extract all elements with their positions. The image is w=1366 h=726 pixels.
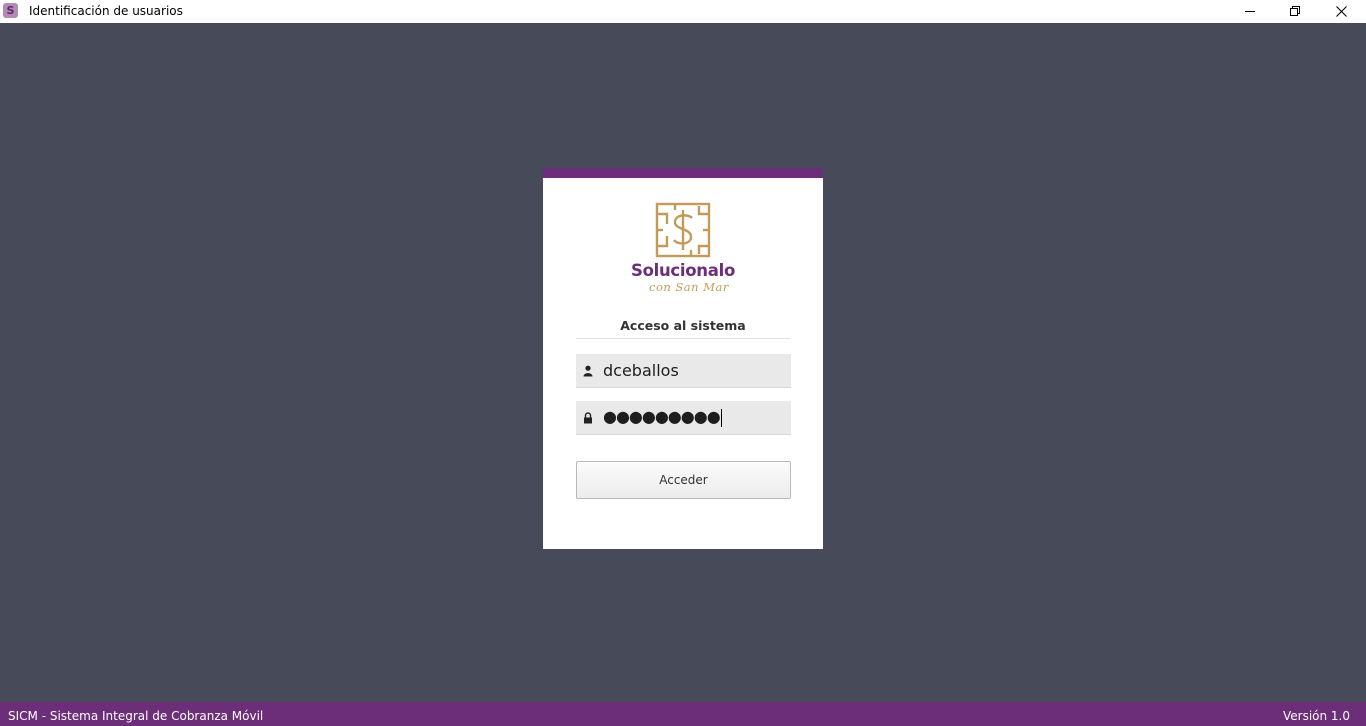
section-title: Acceso al sistema <box>620 318 746 333</box>
section-divider <box>576 338 790 339</box>
restore-icon <box>1289 6 1300 16</box>
dollar-maze-logo-icon <box>655 202 711 258</box>
window-title: Identificación de usuarios <box>29 4 183 18</box>
restore-button[interactable] <box>1272 0 1318 23</box>
close-button[interactable] <box>1318 0 1364 23</box>
brand-name: Solucionalo <box>631 261 735 280</box>
app-name-label: SICM - Sistema Integral de Cobranza Móvi… <box>8 709 264 723</box>
password-mask: ●●●●●●●●● <box>603 407 721 426</box>
username-value: dceballos <box>603 361 679 380</box>
password-field[interactable]: ●●●●●●●●● <box>576 401 791 435</box>
user-icon <box>583 365 593 377</box>
window-titlebar: S Identificación de usuarios <box>0 0 1366 23</box>
login-button[interactable]: Acceder <box>576 461 791 499</box>
app-icon: S <box>3 3 18 18</box>
status-bar: SICM - Sistema Integral de Cobranza Móvi… <box>0 702 1366 726</box>
version-label: Versión 1.0 <box>1282 709 1350 723</box>
login-card: Solucionalo con San Mar Acceso al sistem… <box>543 168 823 549</box>
close-icon <box>1335 6 1347 17</box>
minimize-button[interactable] <box>1227 0 1273 23</box>
minimize-icon <box>1244 11 1255 12</box>
card-accent-bar <box>543 168 823 178</box>
lock-icon <box>584 412 592 424</box>
text-caret <box>720 408 722 427</box>
brand-tagline: con San Mar <box>649 280 729 294</box>
password-value: ●●●●●●●●● <box>603 407 722 427</box>
username-field[interactable]: dceballos <box>576 354 791 388</box>
